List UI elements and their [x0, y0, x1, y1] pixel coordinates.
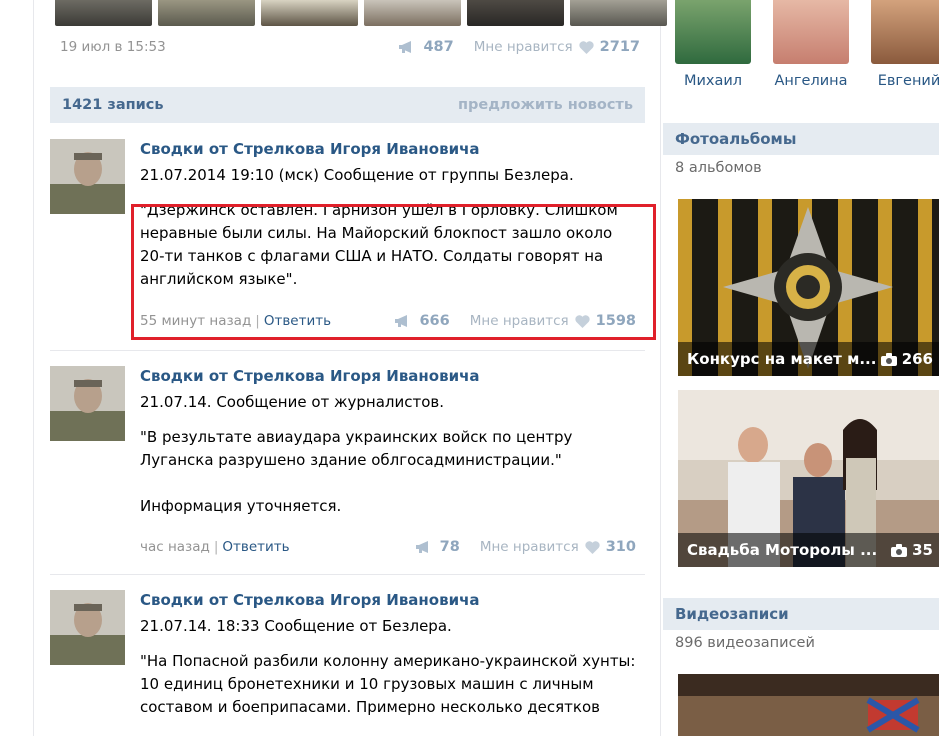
post-text: 21.07.14. Сообщение от журналистов. "В р…	[140, 391, 645, 518]
post-line: "В результате авиаудара украинских войск…	[140, 428, 573, 446]
author-avatar[interactable]	[50, 366, 125, 441]
album-photo-count: 35	[912, 541, 933, 559]
author-avatar[interactable]	[50, 590, 125, 665]
album-card[interactable]: Свадьба Моторолы ... 35	[678, 390, 939, 567]
friend-item[interactable]: Ангелина	[771, 0, 851, 89]
post-line: Информация уточняется.	[140, 497, 342, 515]
friend-avatar[interactable]	[773, 0, 849, 64]
friend-item[interactable]: Михаил	[673, 0, 753, 89]
album-card[interactable]: Конкурс на макет м... 266	[678, 199, 939, 376]
album-title[interactable]: Свадьба Моторолы ...	[687, 541, 877, 559]
album-title[interactable]: Конкурс на макет м...	[687, 350, 877, 368]
post-photo-thumb[interactable]	[467, 0, 564, 26]
post-line: Луганска разрушено здание облгосадминист…	[140, 451, 562, 469]
album-caption: Конкурс на макет м... 266	[678, 342, 939, 376]
wall-post: Сводки от Стрелкова Игоря Ивановича 21.0…	[50, 366, 645, 566]
post-photo-thumb[interactable]	[55, 0, 152, 26]
album-caption: Свадьба Моторолы ... 35	[678, 533, 939, 567]
post-author[interactable]: Сводки от Стрелкова Игоря Ивановича	[140, 139, 645, 159]
video-preview-image[interactable]	[678, 674, 939, 736]
post-line: 21.07.2014 19:10 (мск) Сообщение от груп…	[140, 166, 574, 184]
post-time[interactable]: час назад	[140, 539, 210, 555]
previous-post-meta: 19 июл в 15:53 487 Мне нравится 2717	[60, 37, 640, 57]
left-border	[33, 0, 34, 736]
photo-albums-header[interactable]: Фотоальбомы	[663, 123, 939, 155]
suggest-news-link[interactable]: предложить новость	[458, 97, 633, 113]
album-photo-count: 266	[901, 350, 933, 368]
post-photo-thumb[interactable]	[261, 0, 358, 26]
friend-avatar[interactable]	[871, 0, 939, 64]
post-photo-thumb[interactable]	[364, 0, 461, 26]
post-line-spacer	[140, 472, 645, 495]
wall-header: 1421 запись предложить новость	[50, 87, 645, 123]
photo-albums-count[interactable]: 8 альбомов	[675, 160, 762, 176]
like-label[interactable]: Мне нравится	[480, 539, 579, 555]
post-line-spacer	[140, 638, 645, 650]
friends-block: Михаил Ангелина Евгений	[673, 0, 939, 100]
post-photo-thumb[interactable]	[158, 0, 255, 26]
reply-link[interactable]: Ответить	[222, 539, 289, 555]
post-line-spacer	[140, 414, 645, 426]
videos-count[interactable]: 896 видеозаписей	[675, 635, 815, 651]
friend-name[interactable]: Евгений	[869, 73, 939, 89]
post-text: 21.07.14. 18:33 Сообщение от Безлера. "Н…	[140, 615, 645, 719]
post-line: составом и боеприпасами. Примерно нескол…	[140, 698, 600, 716]
heart-icon[interactable]	[579, 40, 594, 54]
wall-post: Сводки от Стрелкова Игоря Ивановича 21.0…	[50, 590, 645, 736]
friend-avatar[interactable]	[675, 0, 751, 64]
megaphone-icon[interactable]	[398, 41, 417, 53]
videos-title[interactable]: Видеозаписи	[675, 605, 789, 623]
share-count[interactable]: 487	[423, 39, 453, 55]
post-line: "На Попасной разбили колонну американо-у…	[140, 652, 636, 670]
like-label[interactable]: Мне нравится	[474, 39, 573, 55]
wall-post-count[interactable]: 1421 запись	[62, 97, 164, 113]
share-count[interactable]: 78	[440, 539, 460, 555]
friend-item[interactable]: Евгений	[869, 0, 939, 89]
post-date[interactable]: 19 июл в 15:53	[60, 39, 166, 55]
post-line: 21.07.14. 18:33 Сообщение от Безлера.	[140, 617, 452, 635]
highlight-annotation	[131, 204, 656, 340]
post-divider	[50, 350, 645, 351]
post-author[interactable]: Сводки от Стрелкова Игоря Ивановича	[140, 366, 645, 386]
post-author[interactable]: Сводки от Стрелкова Игоря Ивановича	[140, 590, 645, 610]
post-line: 10 единиц бронетехники и 10 грузовых маш…	[140, 675, 594, 693]
like-count[interactable]: 2717	[600, 39, 640, 55]
heart-icon[interactable]	[585, 540, 600, 554]
post-photo-thumb[interactable]	[570, 0, 667, 26]
photo-albums-title[interactable]: Фотоальбомы	[675, 130, 796, 148]
megaphone-icon[interactable]	[415, 541, 434, 553]
friend-name[interactable]: Михаил	[673, 73, 753, 89]
camera-icon	[891, 543, 908, 557]
author-avatar[interactable]	[50, 139, 125, 214]
video-thumbnail[interactable]	[678, 674, 939, 736]
post-divider	[50, 574, 645, 575]
previous-post-photos	[55, 0, 667, 26]
post-line-spacer	[140, 187, 645, 199]
post-line: 21.07.14. Сообщение от журналистов.	[140, 393, 445, 411]
friend-name[interactable]: Ангелина	[771, 73, 851, 89]
column-divider	[660, 0, 661, 736]
like-count[interactable]: 310	[606, 539, 636, 555]
videos-header[interactable]: Видеозаписи	[663, 598, 939, 630]
post-meta: час назад | Ответить 78 Мне нравится 310	[140, 539, 636, 555]
camera-icon	[880, 352, 897, 366]
